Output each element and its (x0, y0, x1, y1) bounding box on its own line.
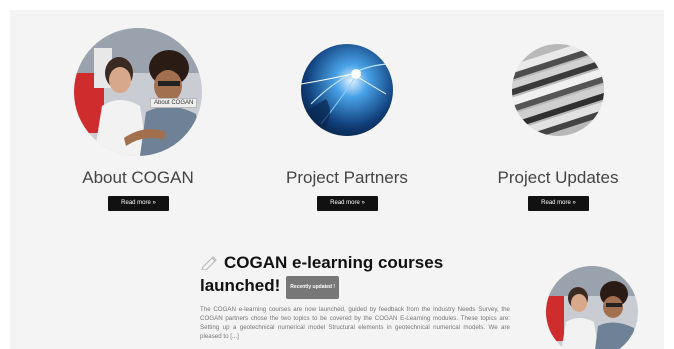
recently-updated-badge: Recently updated ! (286, 276, 340, 299)
news-thumbnail[interactable] (546, 266, 638, 349)
feature-about-cogan: About COGAN About COGAN Read more » (38, 10, 238, 211)
project-updates-photo[interactable] (512, 44, 604, 136)
about-cogan-photo[interactable] (74, 28, 202, 156)
feature-title[interactable]: Project Updates (458, 168, 658, 188)
news-excerpt: The COGAN e-learning courses are now lau… (200, 306, 510, 340)
feature-title[interactable]: About COGAN (38, 168, 238, 188)
news-title-line2[interactable]: launched! (200, 276, 280, 295)
read-more-button[interactable]: Read more » (317, 196, 378, 211)
read-more-button[interactable]: Read more » (528, 196, 589, 211)
feature-project-updates: Project Updates Read more » (458, 10, 658, 211)
news-item: COGAN e-learning courses launched! Recent… (200, 252, 530, 341)
project-partners-photo[interactable] (301, 44, 393, 136)
news-title-line1[interactable]: COGAN e-learning courses (224, 253, 443, 272)
pencil-icon (200, 254, 218, 275)
news-title[interactable]: COGAN e-learning courses launched! Recent… (200, 252, 530, 299)
page-content: About COGAN About COGAN Read more » Proj… (10, 10, 664, 349)
about-cogan-tooltip: About COGAN (150, 98, 198, 108)
read-more-button[interactable]: Read more » (108, 196, 169, 211)
feature-title[interactable]: Project Partners (247, 168, 447, 188)
feature-project-partners: Project Partners Read more » (247, 10, 447, 211)
